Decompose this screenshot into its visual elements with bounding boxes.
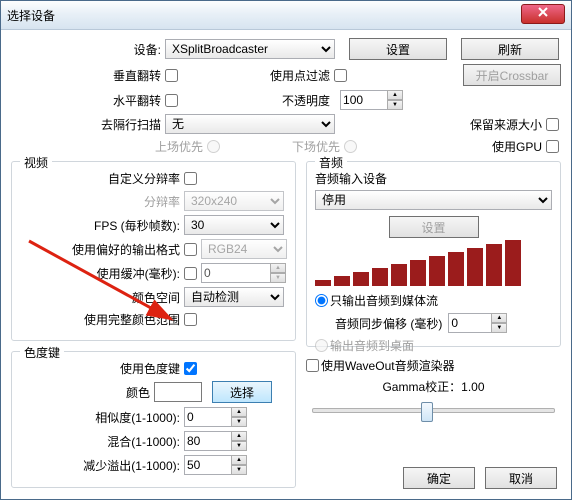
refresh-button[interactable]: 刷新 bbox=[461, 38, 559, 60]
use-gpu-label: 使用GPU bbox=[492, 138, 546, 155]
lower-first-label: 下场优先 bbox=[292, 138, 344, 155]
audio-legend: 音频 bbox=[315, 154, 347, 171]
gamma-label: Gamma校正： bbox=[382, 378, 461, 395]
choose-color-button[interactable]: 选择 bbox=[212, 381, 272, 403]
waveout-checkbox[interactable] bbox=[306, 359, 319, 372]
buf-label: 使用缓冲(毫秒): bbox=[20, 265, 184, 282]
spill-label: 减少溢出(1-1000): bbox=[20, 457, 184, 474]
sim-input[interactable] bbox=[184, 407, 232, 427]
blend-label: 混合(1-1000): bbox=[20, 433, 184, 450]
vflip-checkbox[interactable] bbox=[165, 69, 178, 82]
close-button[interactable] bbox=[521, 4, 565, 24]
buf-spinner: ▲▼ bbox=[201, 263, 286, 283]
crossbar-button[interactable]: 开启Crossbar bbox=[463, 64, 561, 86]
spill-input[interactable] bbox=[184, 455, 232, 475]
chroma-fieldset: 色度键 使用色度键 颜色选择 相似度(1-1000):▲▼ 混合(1-1000)… bbox=[11, 351, 296, 488]
audio-input-select[interactable]: 停用 bbox=[315, 190, 552, 210]
settings-button[interactable]: 设置 bbox=[349, 38, 447, 60]
gamma-value: 1.00 bbox=[461, 380, 484, 394]
titlebar: 选择设备 bbox=[1, 1, 571, 30]
keep-size-checkbox[interactable] bbox=[546, 118, 559, 131]
full-range-label: 使用完整颜色范围 bbox=[20, 311, 184, 328]
fmt-checkbox[interactable] bbox=[184, 243, 197, 256]
window-title: 选择设备 bbox=[7, 7, 55, 24]
buf-input bbox=[201, 263, 271, 283]
video-legend: 视频 bbox=[20, 154, 52, 171]
spin-down-icon[interactable]: ▼ bbox=[387, 100, 403, 110]
deinterlace-select[interactable]: 无 bbox=[165, 114, 335, 134]
pointfilter-checkbox[interactable] bbox=[334, 69, 347, 82]
sync-spinner[interactable]: ▲▼ bbox=[448, 313, 507, 333]
waveout-label: 使用WaveOut音频渲染器 bbox=[321, 357, 455, 374]
spin-up-icon[interactable]: ▲ bbox=[491, 313, 507, 323]
sim-spinner[interactable]: ▲▼ bbox=[184, 407, 247, 427]
use-gpu-checkbox[interactable] bbox=[546, 140, 559, 153]
buf-checkbox[interactable] bbox=[184, 267, 197, 280]
spin-up-icon[interactable]: ▲ bbox=[231, 455, 247, 465]
spin-up-icon[interactable]: ▲ bbox=[231, 431, 247, 441]
cancel-button[interactable]: 取消 bbox=[485, 467, 557, 489]
opacity-label: 不透明度 bbox=[282, 92, 334, 109]
out-desktop-radio bbox=[315, 339, 328, 352]
fmt-label: 使用偏好的输出格式 bbox=[20, 241, 184, 258]
fps-label: FPS (毎秒帧数): bbox=[20, 217, 184, 234]
gamma-slider[interactable] bbox=[306, 399, 561, 419]
chroma-legend: 色度键 bbox=[20, 344, 64, 361]
spin-down-icon: ▼ bbox=[270, 273, 286, 283]
upper-first-label: 上场优先 bbox=[11, 138, 207, 155]
res-label: 分辩率 bbox=[20, 193, 184, 210]
fps-select[interactable]: 30 bbox=[184, 215, 284, 235]
cs-label: 颜色空间 bbox=[20, 289, 184, 306]
spin-up-icon[interactable]: ▲ bbox=[387, 90, 403, 100]
out-media-radio[interactable] bbox=[315, 294, 328, 307]
hflip-label: 水平翻转 bbox=[11, 92, 165, 109]
full-range-checkbox[interactable] bbox=[184, 313, 197, 326]
spin-down-icon[interactable]: ▼ bbox=[231, 441, 247, 451]
out-desktop-label: 输出音频到桌面 bbox=[330, 337, 414, 354]
hflip-checkbox[interactable] bbox=[165, 94, 178, 107]
video-fieldset: 视频 自定义分辩率 分辩率320x240 FPS (毎秒帧数):30 使用偏好的… bbox=[11, 161, 296, 341]
upper-first-radio bbox=[207, 140, 220, 153]
spin-down-icon[interactable]: ▼ bbox=[231, 417, 247, 427]
blend-input[interactable] bbox=[184, 431, 232, 451]
res-select: 320x240 bbox=[184, 191, 284, 211]
custom-res-label: 自定义分辩率 bbox=[20, 170, 184, 187]
audio-fieldset: 音频 音频输入设备 停用 设置 只输出音频到媒体流 音频同步偏移 (毫秒)▲▼ … bbox=[306, 161, 561, 347]
use-chroma-label: 使用色度键 bbox=[20, 360, 184, 377]
sync-input[interactable] bbox=[448, 313, 492, 333]
color-swatch[interactable] bbox=[154, 382, 202, 402]
deinterlace-label: 去隔行扫描 bbox=[11, 116, 165, 133]
audio-settings-button: 设置 bbox=[389, 216, 479, 238]
sim-label: 相似度(1-1000): bbox=[20, 409, 184, 426]
pointfilter-label: 使用点过滤 bbox=[270, 67, 334, 84]
lower-first-radio bbox=[344, 140, 357, 153]
audio-level-meter bbox=[315, 238, 552, 292]
keep-size-label: 保留来源大小 bbox=[470, 116, 546, 133]
vflip-label: 垂直翻转 bbox=[11, 67, 165, 84]
device-select[interactable]: XSplitBroadcaster bbox=[165, 39, 335, 59]
spin-up-icon[interactable]: ▲ bbox=[231, 407, 247, 417]
custom-res-checkbox[interactable] bbox=[184, 172, 197, 185]
device-label: 设备: bbox=[11, 41, 165, 58]
opacity-spinner[interactable]: ▲▼ bbox=[340, 90, 403, 110]
color-label: 颜色 bbox=[20, 384, 154, 401]
ok-button[interactable]: 确定 bbox=[403, 467, 475, 489]
audio-input-label: 音频输入设备 bbox=[315, 170, 552, 187]
out-media-label: 只输出音频到媒体流 bbox=[330, 292, 438, 309]
cs-select[interactable]: 自动检测 bbox=[184, 287, 284, 307]
fmt-select: RGB24 bbox=[201, 239, 287, 259]
spill-spinner[interactable]: ▲▼ bbox=[184, 455, 247, 475]
blend-spinner[interactable]: ▲▼ bbox=[184, 431, 247, 451]
use-chroma-checkbox[interactable] bbox=[184, 362, 197, 375]
sync-label: 音频同步偏移 (毫秒) bbox=[335, 315, 442, 332]
spin-down-icon[interactable]: ▼ bbox=[231, 465, 247, 475]
opacity-input[interactable] bbox=[340, 90, 388, 110]
spin-up-icon: ▲ bbox=[270, 263, 286, 273]
spin-down-icon[interactable]: ▼ bbox=[491, 323, 507, 333]
